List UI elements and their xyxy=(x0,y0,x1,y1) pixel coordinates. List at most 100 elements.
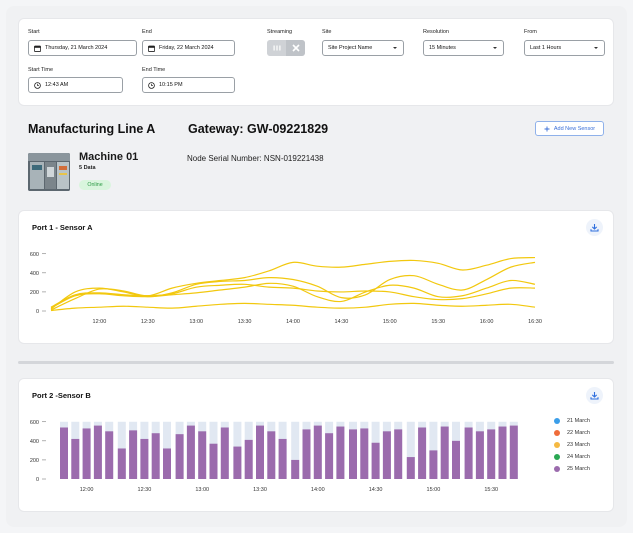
bar xyxy=(371,442,380,479)
from-select[interactable]: Last 1 Hours xyxy=(524,40,605,56)
legend-label: 25 March xyxy=(567,466,590,472)
end-date-field[interactable]: Friday, 22 March 2024 xyxy=(142,40,235,56)
status-badge: Online xyxy=(79,180,111,190)
chevron-down-icon xyxy=(594,47,598,49)
legend-item[interactable]: 21 March xyxy=(553,415,590,427)
series-line xyxy=(50,302,536,312)
sensor-a-card: Port 1 - Sensor A 0 200 400 600 12:00 12:30 13… xyxy=(18,210,614,344)
bar xyxy=(105,431,114,479)
legend-item[interactable]: 22 March xyxy=(553,427,590,439)
y-tick-label: 0 xyxy=(36,309,39,315)
machine-data-count: 5 Data xyxy=(79,165,96,171)
legend-dot xyxy=(554,430,560,436)
bar xyxy=(209,443,218,479)
bar xyxy=(233,446,242,479)
x-tick-label: 14:00 xyxy=(311,487,325,493)
site-value: Site Project Name xyxy=(328,45,373,51)
bar xyxy=(406,457,415,479)
x-tick-label: 12:00 xyxy=(80,487,94,493)
add-sensor-button[interactable]: Add New Sensor xyxy=(535,121,604,136)
series-line xyxy=(50,256,536,311)
node-serial-number: Node Serial Number: NSN-019221438 xyxy=(187,154,324,163)
site-label: Site xyxy=(322,29,332,35)
x-tick-label: 14:30 xyxy=(369,487,383,493)
bar xyxy=(429,450,438,479)
bar xyxy=(244,439,253,479)
bar xyxy=(60,427,68,479)
x-tick-label: 12:00 xyxy=(93,319,107,325)
streaming-toggle[interactable] xyxy=(267,40,305,56)
x-tick-label: 13:30 xyxy=(238,319,252,325)
end-time-field[interactable]: 10:15 PM xyxy=(142,77,235,93)
x-tick-label: 15:00 xyxy=(427,487,441,493)
x-tick-label: 14:00 xyxy=(286,319,300,325)
x-tick-label: 12:30 xyxy=(141,319,155,325)
clock-icon xyxy=(34,81,41,89)
bar xyxy=(464,427,473,479)
start-time-label: Start Time xyxy=(28,67,54,73)
bar xyxy=(475,431,484,479)
streaming-label: Streaming xyxy=(267,29,293,35)
bar xyxy=(129,430,138,479)
bar xyxy=(117,448,126,479)
legend-item[interactable]: 23 March xyxy=(553,439,590,451)
bar xyxy=(278,438,287,479)
start-date-value: Thursday, 21 March 2024 xyxy=(45,45,108,51)
legend-label: 21 March xyxy=(567,418,590,424)
y-tick-label: 200 xyxy=(30,458,39,464)
section-divider xyxy=(18,361,614,364)
bar-chart: 0 200 400 600 12:00 12:30 13:00 13:30 14:00 14:30… xyxy=(30,420,518,493)
x-tick-label: 15:30 xyxy=(431,319,445,325)
resolution-select[interactable]: 15 Minutes xyxy=(423,40,504,56)
start-time-field[interactable]: 12:43 AM xyxy=(28,77,123,93)
bar xyxy=(186,425,195,479)
x-tick-label: 13:30 xyxy=(253,487,267,493)
bar xyxy=(175,434,184,479)
start-time-value: 12:43 AM xyxy=(45,82,69,88)
legend-item[interactable]: 25 March xyxy=(553,463,590,475)
from-value: Last 1 Hours xyxy=(530,45,562,51)
chart-legend: 21 March 22 March 23 March 24 March 25 March xyxy=(553,415,590,475)
sensor-b-card: Port 2 -Sensor B 0 200 400 600 12:00 12:30 13:… xyxy=(18,378,614,512)
end-date-value: Friday, 22 March 2024 xyxy=(159,45,214,51)
bar xyxy=(498,426,507,479)
legend-dot xyxy=(554,442,560,448)
bar xyxy=(325,433,334,479)
close-icon xyxy=(286,40,305,56)
calendar-icon xyxy=(34,45,41,52)
y-tick-label: 200 xyxy=(30,290,39,296)
bar xyxy=(509,425,518,479)
x-tick-label: 14:30 xyxy=(335,319,349,325)
bar xyxy=(418,427,427,479)
bar xyxy=(291,459,300,479)
x-tick-label: 15:30 xyxy=(484,487,498,493)
start-date-label: Start xyxy=(28,29,40,35)
end-time-value: 10:15 PM xyxy=(159,82,183,88)
bar xyxy=(163,448,171,479)
legend-dot xyxy=(554,418,560,424)
bar xyxy=(220,427,229,479)
bar xyxy=(151,433,160,479)
y-tick-label: 600 xyxy=(30,420,39,426)
machine-name: Machine 01 xyxy=(79,151,139,163)
y-tick-label: 0 xyxy=(36,477,39,483)
bar xyxy=(267,431,276,479)
start-date-field[interactable]: Thursday, 21 March 2024 xyxy=(28,40,137,56)
x-tick-label: 15:00 xyxy=(383,319,397,325)
legend-item[interactable]: 24 March xyxy=(553,451,590,463)
x-tick-label: 13:00 xyxy=(195,487,209,493)
resolution-value: 15 Minutes xyxy=(429,45,456,51)
y-tick-label: 400 xyxy=(30,271,39,277)
x-tick-label: 16:30 xyxy=(528,319,542,325)
calendar-icon xyxy=(148,45,155,52)
site-select[interactable]: Site Project Name xyxy=(322,40,404,56)
plus-icon xyxy=(544,126,550,131)
bar xyxy=(382,431,391,479)
x-tick-label: 13:00 xyxy=(189,319,203,325)
add-sensor-label: Add New Sensor xyxy=(553,125,596,132)
legend-dot xyxy=(554,454,560,460)
bar xyxy=(394,429,403,479)
chevron-down-icon xyxy=(393,47,397,49)
pause-icon xyxy=(267,40,286,56)
x-tick-label: 16:00 xyxy=(480,319,494,325)
